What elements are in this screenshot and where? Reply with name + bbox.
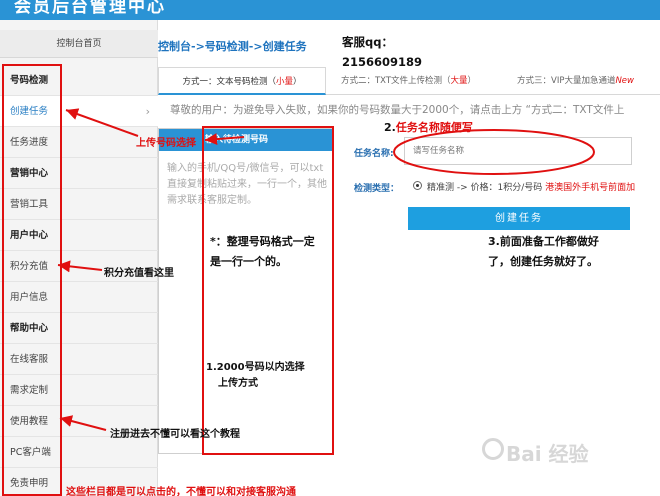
sidebar-home-link[interactable]: 控制台首页 bbox=[0, 30, 158, 58]
tab-txt-upload[interactable]: 方式二：TXT文件上传检测（大量） bbox=[326, 67, 491, 95]
upload-highlight-box bbox=[202, 126, 334, 455]
detect-option-warning: 港澳国外手机号前面加 bbox=[545, 183, 636, 193]
annot-task-name-number: 2. bbox=[384, 121, 396, 134]
annot-format-line2: 是一行一个的。 bbox=[210, 255, 287, 268]
tab-label: 方式三：VIP大量加急通道 bbox=[517, 76, 616, 86]
annot-create-line2: 了，创建任务就好了。 bbox=[488, 255, 598, 268]
app-title: 会员后台管理中心 bbox=[14, 0, 166, 17]
detect-type-option: 精准测 -> 价格：1积分/号码 港澳国外手机号前面加 bbox=[427, 180, 635, 193]
chevron-right-icon: › bbox=[145, 105, 150, 118]
annot-upload-line1: 1.2000号码以内选择 bbox=[206, 362, 305, 373]
task-name-input[interactable] bbox=[404, 137, 632, 165]
support-qq-label: 客服qq： bbox=[342, 35, 393, 49]
tab-text-detection[interactable]: 方式一：文本号码检测（小量） bbox=[158, 67, 326, 95]
tab-highlight: 大量 bbox=[450, 76, 468, 86]
sidebar-highlight-box bbox=[2, 64, 62, 496]
annot-task-name-text: 任务名称随便写 bbox=[395, 121, 473, 134]
task-name-label: 任务名称: bbox=[354, 149, 394, 159]
tab-label: 方式二：TXT文件上传检测（ bbox=[340, 76, 451, 86]
tab-suffix: ） bbox=[467, 76, 477, 86]
baidu-paw-icon bbox=[482, 438, 504, 460]
support-qq: 客服qq： 2156609189 bbox=[342, 32, 422, 72]
method-tabs: 方式一：文本号码检测（小量） 方式二：TXT文件上传检测（大量） 方式三：VIP… bbox=[158, 67, 660, 95]
annot-upload: 1.2000号码以内选择 上传方式 bbox=[206, 360, 305, 392]
annot-format-line1: *：整理号码格式一定 bbox=[210, 235, 315, 248]
tab-vip-channel[interactable]: 方式三：VIP大量加急通道New bbox=[491, 67, 660, 95]
annot-points: 积分充值看这里 bbox=[104, 268, 174, 279]
annot-create-line1: 3.前面准备工作都做好 bbox=[488, 235, 599, 248]
tab-new-badge: New bbox=[615, 76, 634, 86]
top-bar: 会员后台管理中心 bbox=[0, 0, 660, 20]
tab-label: 方式一：文本号码检测（ bbox=[182, 77, 276, 87]
annot-upload-select: 上传号码选择 bbox=[136, 138, 196, 149]
annot-bottom: 这些栏目都是可以点击的，不懂可以和对接客服沟通 bbox=[66, 487, 296, 496]
detect-type-label: 检测类型： bbox=[354, 184, 400, 194]
annot-upload-line2: 上传方式 bbox=[218, 378, 258, 389]
create-task-button[interactable]: 创建任务 bbox=[408, 207, 630, 230]
breadcrumb: 控制台->号码检测->创建任务 bbox=[158, 40, 307, 53]
tab-highlight: 小量 bbox=[275, 77, 293, 87]
detect-type-radio[interactable] bbox=[413, 181, 422, 190]
watermark: Bai 经验 bbox=[506, 442, 589, 466]
annot-create: 3.前面准备工作都做好 了，创建任务就好了。 bbox=[488, 232, 599, 272]
detect-option-text: 精准测 -> 价格：1积分/号码 bbox=[427, 183, 543, 193]
tab-suffix: ） bbox=[293, 77, 302, 87]
notice-text: 尊敬的用户：为避免导入失败，如果你的号码数量大于2000个，请点击上方 “方式二… bbox=[170, 104, 625, 116]
annot-tutorial: 注册进去不懂可以看这个教程 bbox=[110, 429, 240, 440]
annot-task-name: 2.任务名称随便写 bbox=[384, 119, 473, 135]
annot-format: *：整理号码格式一定 是一行一个的。 bbox=[210, 232, 315, 272]
